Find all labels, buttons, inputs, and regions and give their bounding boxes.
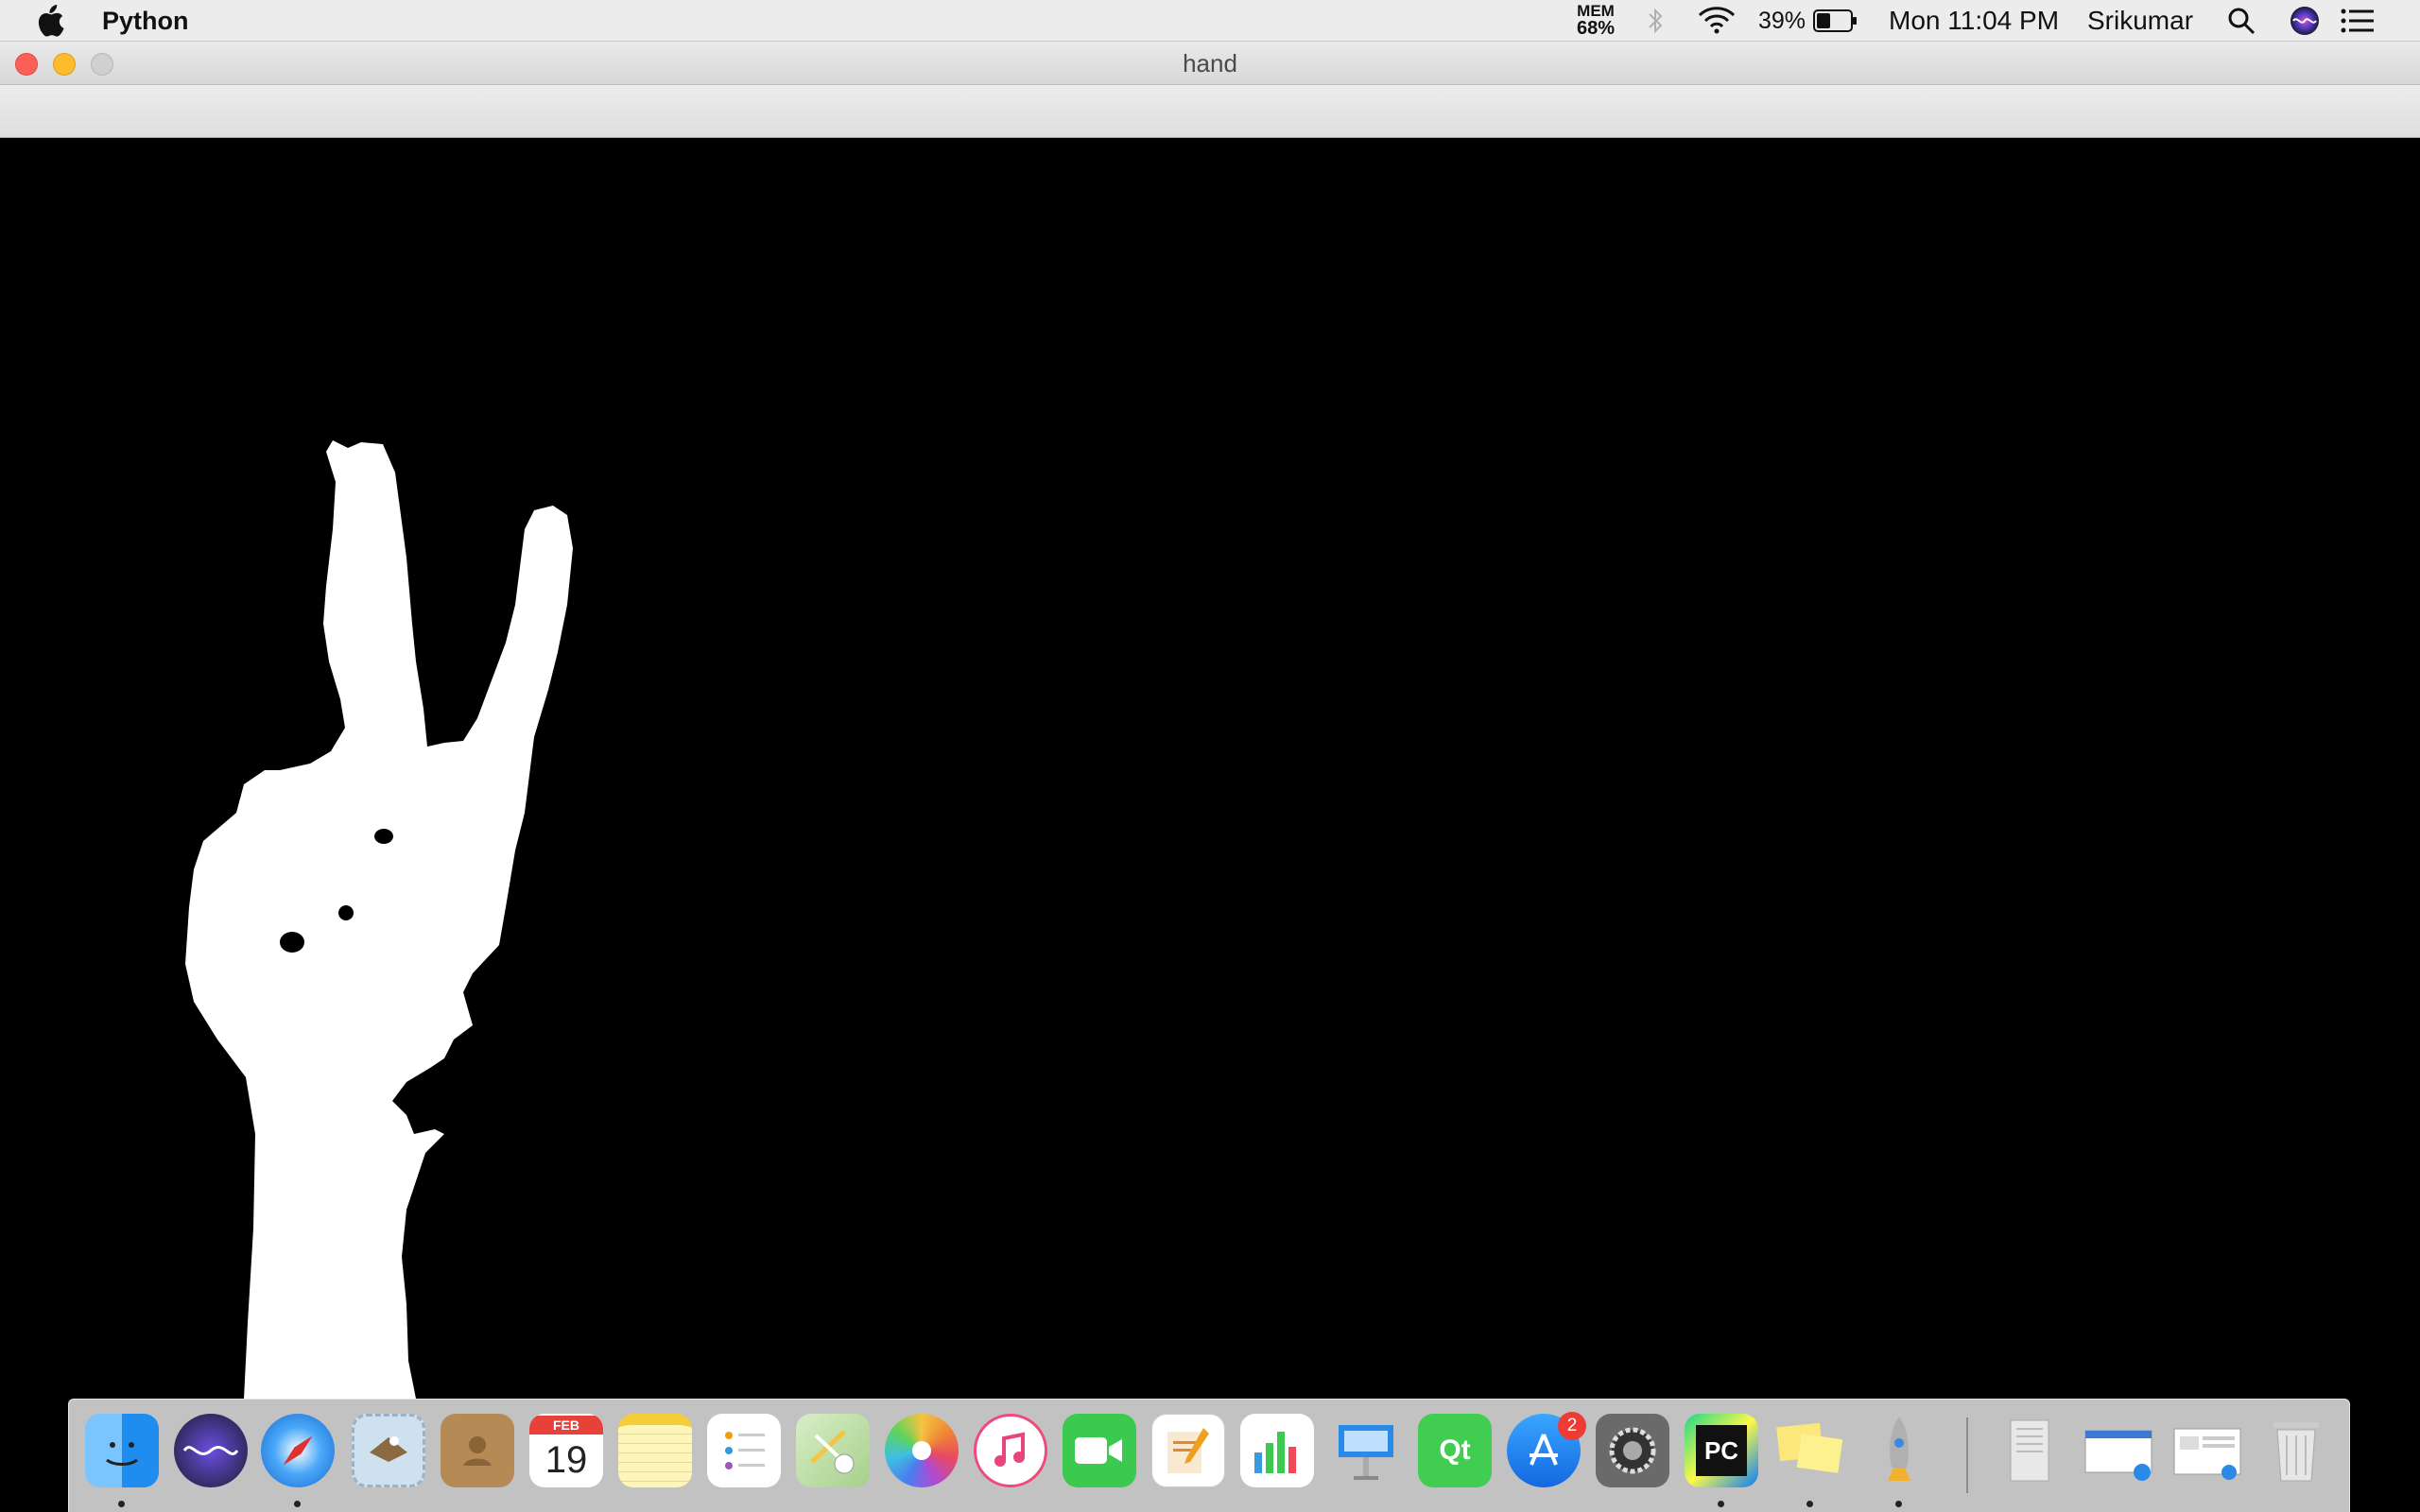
photos-icon[interactable]	[885, 1414, 959, 1487]
menubar-clock[interactable]: Mon 11:04 PM	[1889, 0, 2059, 42]
siri-icon[interactable]	[174, 1414, 248, 1487]
hand-mask-image	[185, 440, 573, 1399]
app-store-badge: 2	[1558, 1412, 1586, 1440]
user-name[interactable]: Srikumar	[2087, 0, 2193, 42]
qt-creator-icon[interactable]: Qt	[1418, 1414, 1492, 1487]
notification-center-icon[interactable]	[2341, 0, 2375, 42]
wifi-icon[interactable]	[1697, 0, 1737, 42]
window-toolbar	[0, 85, 2420, 138]
zoom-button[interactable]	[91, 53, 113, 76]
spotlight-search-icon[interactable]	[2227, 0, 2256, 42]
running-indicator	[1895, 1501, 1902, 1507]
running-indicator	[294, 1501, 301, 1507]
numbers-icon[interactable]	[1240, 1414, 1314, 1487]
launchpad-rocket-icon[interactable]	[1862, 1414, 1936, 1487]
bluetooth-icon[interactable]	[1645, 0, 1666, 42]
apple-icon[interactable]	[36, 0, 68, 42]
hand-image-view	[0, 138, 2420, 1512]
calendar-icon[interactable]: FEB 19	[529, 1414, 603, 1487]
mail-icon[interactable]	[352, 1414, 425, 1487]
calendar-day: 19	[544, 1439, 588, 1481]
itunes-icon[interactable]	[974, 1414, 1047, 1487]
system-preferences-icon[interactable]	[1596, 1414, 1669, 1487]
trash-icon[interactable]	[2259, 1414, 2333, 1487]
app-menu-python[interactable]: Python	[102, 0, 189, 42]
pycharm-label: PC	[1696, 1425, 1747, 1476]
document-stack-icon[interactable]	[2082, 1414, 2155, 1487]
running-indicator	[1806, 1501, 1813, 1507]
facetime-icon[interactable]	[1063, 1414, 1136, 1487]
dock-separator	[1966, 1418, 1968, 1493]
downloads-stack-icon[interactable]	[1993, 1414, 2066, 1487]
close-button[interactable]	[15, 53, 38, 76]
memory-value: 68%	[1576, 18, 1616, 39]
battery-percent[interactable]: 39%	[1758, 0, 1806, 42]
running-indicator	[1718, 1501, 1724, 1507]
calendar-month: FEB	[529, 1416, 603, 1435]
stickies-icon[interactable]	[1773, 1414, 1847, 1487]
window-stack-icon[interactable]	[2170, 1414, 2244, 1487]
running-indicator	[118, 1501, 125, 1507]
battery-icon[interactable]	[1813, 0, 1858, 42]
menu-bar: Python MEM 68% 39% Mon 11:04 PM Srikumar	[0, 0, 2420, 42]
reminders-icon[interactable]	[707, 1414, 781, 1487]
memory-status[interactable]: MEM 68%	[1569, 3, 1622, 39]
maps-icon[interactable]	[796, 1414, 870, 1487]
siri-icon[interactable]	[2290, 0, 2320, 42]
keynote-icon[interactable]	[1329, 1414, 1403, 1487]
finder-icon[interactable]	[85, 1414, 159, 1487]
minimize-button[interactable]	[53, 53, 76, 76]
window-title: hand	[1183, 49, 1237, 77]
qt-label: Qt	[1439, 1435, 1471, 1466]
pages-icon[interactable]	[1151, 1414, 1225, 1487]
notes-icon[interactable]	[618, 1414, 692, 1487]
safari-icon[interactable]	[261, 1414, 335, 1487]
contacts-icon[interactable]	[441, 1414, 514, 1487]
pycharm-icon[interactable]: PC	[1685, 1414, 1758, 1487]
